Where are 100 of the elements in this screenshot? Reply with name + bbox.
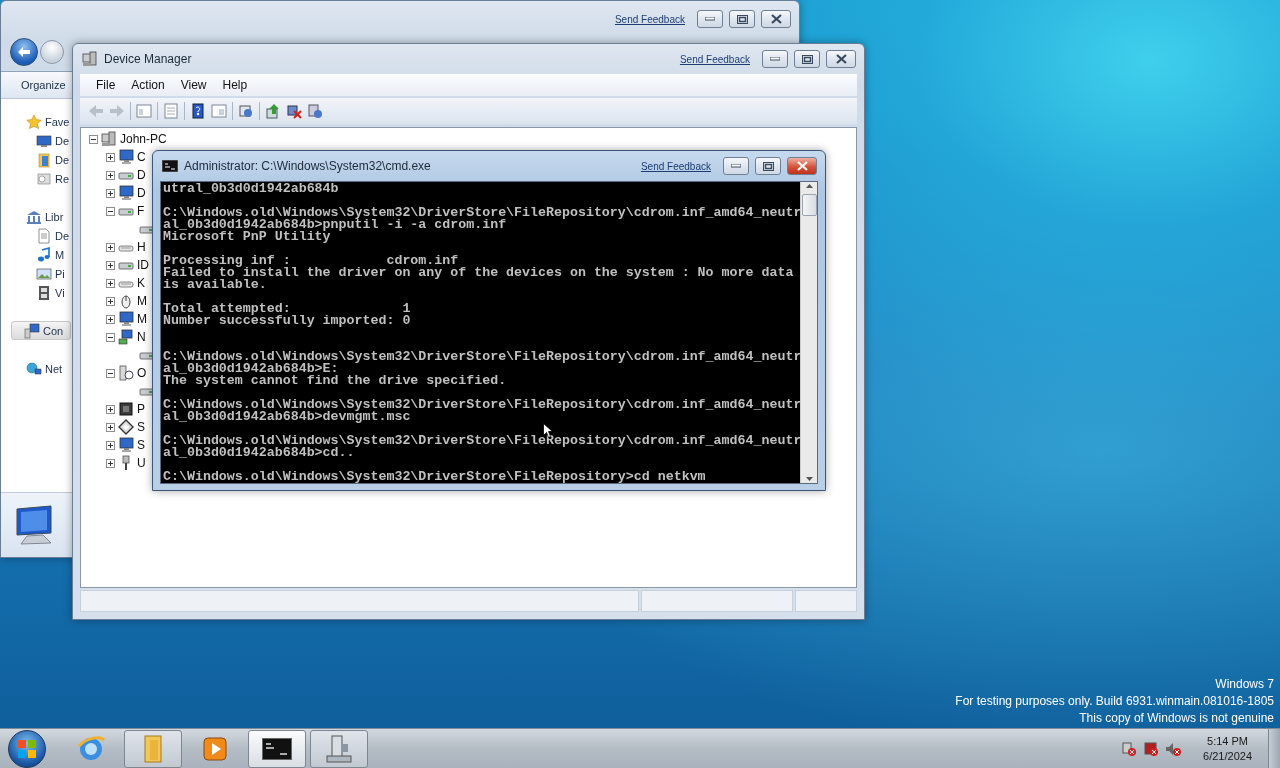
menu-item[interactable]: Help: [214, 78, 256, 92]
sidebar-item[interactable]: De: [11, 150, 71, 169]
expand-toggle[interactable]: [89, 134, 98, 144]
sidebar-item[interactable]: De: [11, 226, 71, 245]
tree-item[interactable]: N: [89, 328, 146, 346]
console-line: C:\Windows.old\Windows\System32\DriverStore\FileRepository\cdrom.inf_amd64_neutr: [163, 435, 800, 447]
tree-item[interactable]: M: [89, 310, 147, 328]
uninstall-icon: [307, 103, 323, 119]
close-button[interactable]: [787, 157, 817, 175]
back-arrow-icon: [17, 46, 31, 58]
plus-icon: [108, 316, 113, 322]
send-feedback-link[interactable]: Send Feedback: [679, 53, 750, 65]
organize-menu[interactable]: Organize: [21, 79, 66, 91]
expand-toggle[interactable]: [106, 368, 115, 378]
monitor-icon: [118, 185, 134, 201]
minimize-button[interactable]: [697, 10, 723, 28]
sidebar-item[interactable]: De: [11, 131, 71, 150]
console-line: C:\Windows.old\Windows\System32\DriverStore\FileRepository\cdrom.inf_amd64_neutr: [163, 399, 800, 411]
tree-item[interactable]: U: [89, 454, 146, 472]
expand-toggle[interactable]: [106, 278, 115, 288]
scrollbar[interactable]: [800, 182, 817, 483]
plus-icon: [108, 190, 113, 196]
close-icon: [770, 14, 782, 24]
send-feedback-link[interactable]: Send Feedback: [640, 160, 711, 172]
minimize-button[interactable]: [723, 157, 749, 175]
sidebar-item[interactable]: Net: [11, 359, 71, 378]
expand-toggle[interactable]: [106, 152, 115, 162]
maximize-button[interactable]: [794, 50, 820, 68]
menu-item[interactable]: View: [172, 78, 215, 92]
console-line: Number successfully imported: 0: [163, 315, 412, 327]
tree-item[interactable]: John-PC: [89, 130, 167, 148]
console-line: al_0b3d0d1942ab684b>devmgmt.msc: [163, 411, 411, 423]
sidebar-item[interactable]: Fave: [11, 112, 71, 131]
close-icon: [835, 54, 847, 64]
send-feedback-link[interactable]: Send Feedback: [614, 13, 685, 25]
plus-icon: [108, 424, 113, 430]
tree-item[interactable]: O: [89, 364, 147, 382]
console-icon: [162, 160, 178, 172]
expand-toggle[interactable]: [106, 422, 115, 432]
expand-toggle[interactable]: [106, 188, 115, 198]
minus-icon: [91, 136, 96, 142]
expand-toggle[interactable]: [106, 206, 115, 216]
expand-toggle[interactable]: [106, 404, 115, 414]
scroll-up-icon: [805, 184, 813, 188]
sidebar-item[interactable]: Re: [11, 169, 71, 188]
plus-icon: [108, 442, 113, 448]
maximize-button[interactable]: [729, 10, 755, 28]
tree-item[interactable]: M: [89, 292, 147, 310]
tree-item[interactable]: C: [89, 148, 146, 166]
sidebar-item[interactable]: Libr: [11, 207, 71, 226]
diamond-icon: [118, 419, 134, 435]
sidebar-item[interactable]: Con: [11, 321, 71, 340]
menu-item[interactable]: Action: [123, 78, 173, 92]
window-title: Administrator: C:\Windows\System32\cmd.exe: [184, 159, 431, 173]
minus-icon: [108, 370, 113, 376]
console-line: Processing inf : cdrom.inf: [163, 255, 459, 267]
expand-toggle[interactable]: [106, 440, 115, 450]
windows-logo-icon: [18, 739, 36, 758]
clock-date[interactable]: 6/21/2024: [1203, 748, 1252, 764]
expand-toggle[interactable]: [106, 260, 115, 270]
maximize-button[interactable]: [755, 157, 781, 175]
sidebar-item[interactable]: Pi: [11, 264, 71, 283]
monitor-icon: [118, 311, 134, 327]
expand-toggle[interactable]: [106, 332, 115, 342]
scroll-thumb[interactable]: [801, 193, 817, 216]
list-icon: [163, 103, 179, 119]
tree-item[interactable]: H: [89, 238, 146, 256]
window-icon: [136, 103, 152, 119]
start-button[interactable]: [8, 729, 46, 768]
tree-item[interactable]: S: [89, 418, 145, 436]
sidebar-item[interactable]: M: [11, 245, 71, 264]
console-line: Microsoft PnP Utility: [163, 231, 331, 243]
clock-time[interactable]: 5:14 PM: [1207, 733, 1248, 749]
scroll-down-icon: [805, 477, 813, 481]
close-button[interactable]: [826, 50, 856, 68]
expand-toggle[interactable]: [106, 242, 115, 252]
expand-toggle[interactable]: [106, 458, 115, 468]
scan-icon: [238, 103, 254, 119]
menu-item[interactable]: File: [88, 78, 124, 92]
tree-item[interactable]: F: [89, 202, 145, 220]
window-title: Device Manager: [104, 52, 192, 66]
back-button[interactable]: [10, 38, 38, 66]
mouse-icon: [118, 293, 134, 309]
expand-toggle[interactable]: [106, 170, 115, 180]
tree-item[interactable]: D: [89, 166, 146, 184]
tree-item[interactable]: P: [89, 400, 145, 418]
minimize-button[interactable]: [762, 50, 788, 68]
tree-item[interactable]: D: [89, 184, 146, 202]
tree-item[interactable]: K: [89, 274, 145, 292]
close-button[interactable]: [761, 10, 791, 28]
expand-toggle[interactable]: [106, 296, 115, 306]
expand-toggle[interactable]: [106, 314, 115, 324]
desktop-notice: For testing purposes only. Build 6931.winmain.081016-1805: [955, 693, 1274, 710]
tree-item[interactable]: S: [89, 436, 145, 454]
tree-item[interactable]: ID: [89, 256, 149, 274]
computer-icon: [324, 733, 354, 764]
console-line: C:\Windows.old\Windows\System32\DriverStore\FileRepository>cd netkvm: [163, 471, 707, 483]
desktop-notice: Windows 7: [1215, 676, 1274, 693]
taskbar-button[interactable]: [248, 729, 306, 768]
sidebar-item[interactable]: Vi: [11, 283, 71, 302]
